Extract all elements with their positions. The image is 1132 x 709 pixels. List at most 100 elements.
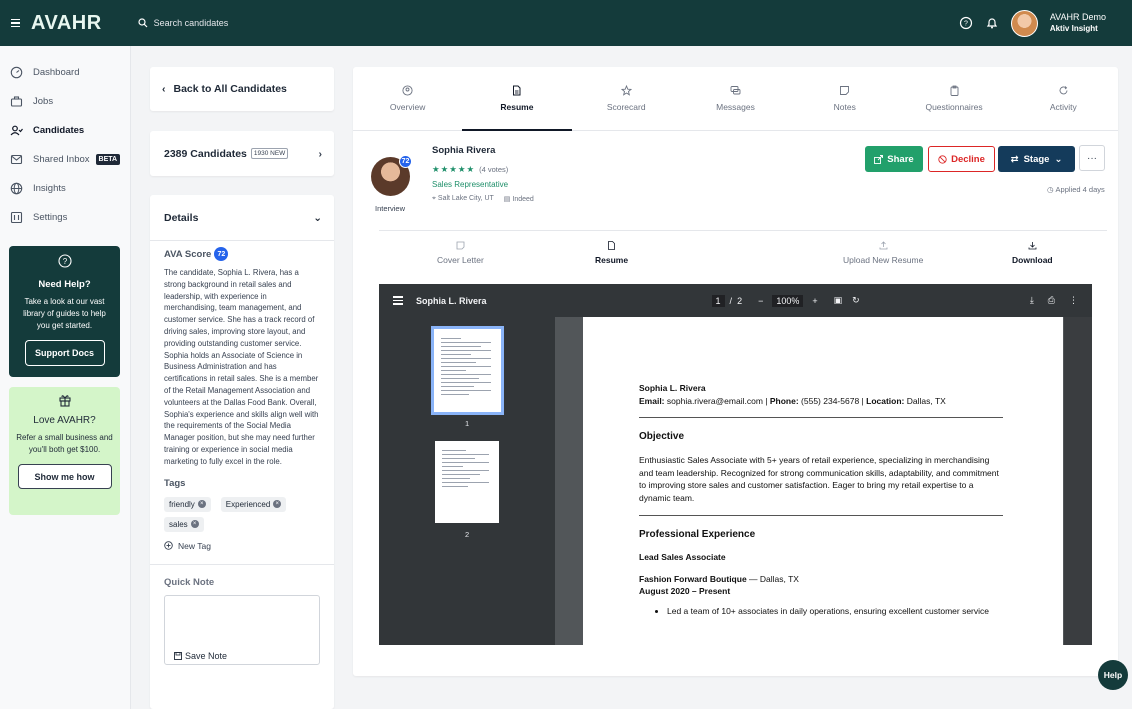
print-icon[interactable]: ⎙	[1048, 295, 1055, 306]
zoom-in-icon[interactable]: +	[812, 296, 817, 306]
app-logo[interactable]: AVAHR	[31, 12, 102, 35]
clipboard-icon	[950, 85, 958, 96]
save-note-button[interactable]: Save Note	[174, 651, 227, 661]
page-thumbnail[interactable]	[431, 326, 504, 415]
remove-tag-icon[interactable]: ×	[197, 500, 206, 509]
need-help-card: ? Need Help? Take a look at our vast lib…	[9, 246, 120, 377]
candidate-tabs: Overview Resume Scorecard Messages Notes…	[353, 67, 1118, 131]
tab-messages[interactable]: Messages	[681, 67, 790, 130]
support-docs-button[interactable]: Support Docs	[24, 340, 105, 366]
page-input[interactable]: 1	[711, 294, 725, 307]
ava-score-label: AVA Score	[164, 248, 212, 260]
bell-icon[interactable]	[985, 16, 999, 30]
tab-label: Activity	[1049, 102, 1077, 112]
back-to-candidates-button[interactable]: ‹ Back to All Candidates	[150, 67, 334, 111]
beta-badge: BETA	[95, 154, 121, 165]
resume-subtab[interactable]: Resume	[595, 241, 628, 265]
divider	[639, 515, 1003, 516]
remove-tag-icon[interactable]: ×	[273, 500, 282, 509]
user-name: AVAHR Demo	[1049, 12, 1106, 22]
more-vertical-icon[interactable]: ⋮	[1069, 295, 1078, 306]
tag-chip[interactable]: friendly ×	[164, 496, 211, 512]
help-circle-icon[interactable]: ?	[959, 16, 973, 30]
help-button[interactable]: Help	[1098, 660, 1128, 690]
inbox-icon	[10, 154, 23, 165]
page-thumbnail[interactable]	[435, 441, 499, 523]
cover-letter-tab[interactable]: Cover Letter	[437, 241, 484, 265]
candidate-location: Salt Lake City, UT	[437, 195, 494, 202]
tab-notes[interactable]: Notes	[790, 67, 899, 130]
sidebar-item-label: Dashboard	[33, 67, 80, 78]
show-me-how-button[interactable]: Show me how	[17, 464, 112, 489]
candidate-status: Interview	[375, 204, 406, 213]
tab-label: Resume	[500, 102, 534, 112]
resume-phone: (555) 234-5678	[801, 396, 860, 406]
tab-questionnaires[interactable]: Questionnaires	[899, 67, 1008, 130]
referral-card: Love AVAHR? Refer a small business and y…	[9, 387, 120, 515]
download-icon[interactable]: ⤓	[1030, 295, 1034, 306]
experience-heading: Professional Experience	[639, 529, 756, 540]
sidebar-item-dashboard[interactable]: Dashboard	[0, 58, 130, 87]
sidebar-item-insights[interactable]: Insights	[0, 174, 130, 203]
applied-date: ◷ Applied 4 days	[1047, 185, 1105, 194]
referral-title: Love AVAHR?	[33, 415, 96, 426]
decline-button[interactable]: Decline	[928, 146, 995, 172]
back-label: Back to All Candidates	[173, 83, 287, 95]
download-button[interactable]: Download	[1012, 241, 1053, 265]
vote-count: (4 votes)	[479, 165, 509, 174]
new-count-badge: 1930 NEW	[250, 148, 289, 159]
pdf-actions: ⤓ ⎙ ⋮	[1030, 295, 1078, 306]
sidebar-item-settings[interactable]: Settings	[0, 203, 130, 232]
sidebar-item-candidates[interactable]: Candidates	[0, 116, 130, 145]
ban-icon	[938, 154, 947, 164]
candidate-source: Indeed	[512, 196, 534, 203]
search-placeholder: Search candidates	[153, 18, 229, 28]
share-button[interactable]: Share	[865, 146, 923, 172]
tab-resume[interactable]: Resume	[462, 67, 572, 131]
fit-page-icon[interactable]: ▣	[834, 295, 843, 306]
thumbnail-preview	[441, 338, 491, 398]
candidate-rating[interactable]: ★★★★★ (4 votes)	[432, 164, 508, 175]
company-line: Fashion Forward Boutique — Dallas, TX	[639, 574, 1063, 584]
details-header[interactable]: Details ⌄	[150, 195, 334, 241]
resume-name: Sophia L. Rivera	[639, 383, 706, 393]
tags-title: Tags	[164, 477, 186, 489]
sidebar-item-shared-inbox[interactable]: Shared Inbox BETA	[0, 145, 130, 174]
tab-overview[interactable]: Overview	[353, 67, 462, 130]
more-options-button[interactable]: ···	[1079, 145, 1105, 171]
stage-dropdown[interactable]: ⇄ Stage ⌄	[998, 146, 1075, 172]
subtab-label: Download	[1012, 255, 1053, 265]
user-avatar[interactable]	[1010, 9, 1038, 37]
menu-icon[interactable]	[11, 18, 29, 28]
candidate-name: Sophia Rivera	[432, 145, 496, 156]
tag-list: friendly × Experienced × sales ×	[164, 496, 320, 532]
candidate-role[interactable]: Sales Representative	[432, 180, 508, 189]
quick-note-input[interactable]: Save Note	[164, 594, 320, 665]
pdf-thumbnails: 1 2	[379, 317, 555, 645]
zoom-value[interactable]: 100%	[772, 294, 804, 307]
candidate-meta: ⌖ Salt Lake City, UT ▤ Indeed	[432, 195, 534, 203]
sidebar-item-jobs[interactable]: Jobs	[0, 87, 130, 116]
remove-tag-icon[interactable]: ×	[190, 520, 199, 529]
note-icon	[840, 86, 850, 95]
search-input[interactable]: Search candidates	[138, 18, 229, 28]
tab-scorecard[interactable]: Scorecard	[572, 67, 681, 130]
new-tag-button[interactable]: New Tag	[164, 541, 320, 551]
divider	[639, 417, 1003, 418]
rotate-icon[interactable]: ↻	[852, 295, 860, 306]
search-icon	[138, 18, 148, 28]
menu-icon[interactable]	[393, 296, 403, 305]
user-menu[interactable]: AVAHR Demo Aktiv Insight	[1050, 12, 1106, 34]
quick-note-title: Quick Note	[150, 563, 334, 588]
tag-chip[interactable]: Experienced ×	[220, 496, 287, 512]
zoom-out-icon[interactable]: −	[758, 296, 763, 306]
person-circle-icon	[402, 85, 413, 96]
tab-activity[interactable]: Activity	[1009, 67, 1118, 130]
candidate-count-card[interactable]: 2389 Candidates 1930 NEW ›	[150, 131, 334, 176]
help-circle-icon: ?	[57, 254, 72, 268]
page-total: 2	[737, 295, 743, 306]
tag-chip[interactable]: sales ×	[164, 516, 204, 532]
pdf-scrollbar[interactable]	[1064, 317, 1092, 645]
thumbnail-number: 1	[465, 419, 470, 428]
upload-resume-button[interactable]: Upload New Resume	[843, 241, 923, 265]
